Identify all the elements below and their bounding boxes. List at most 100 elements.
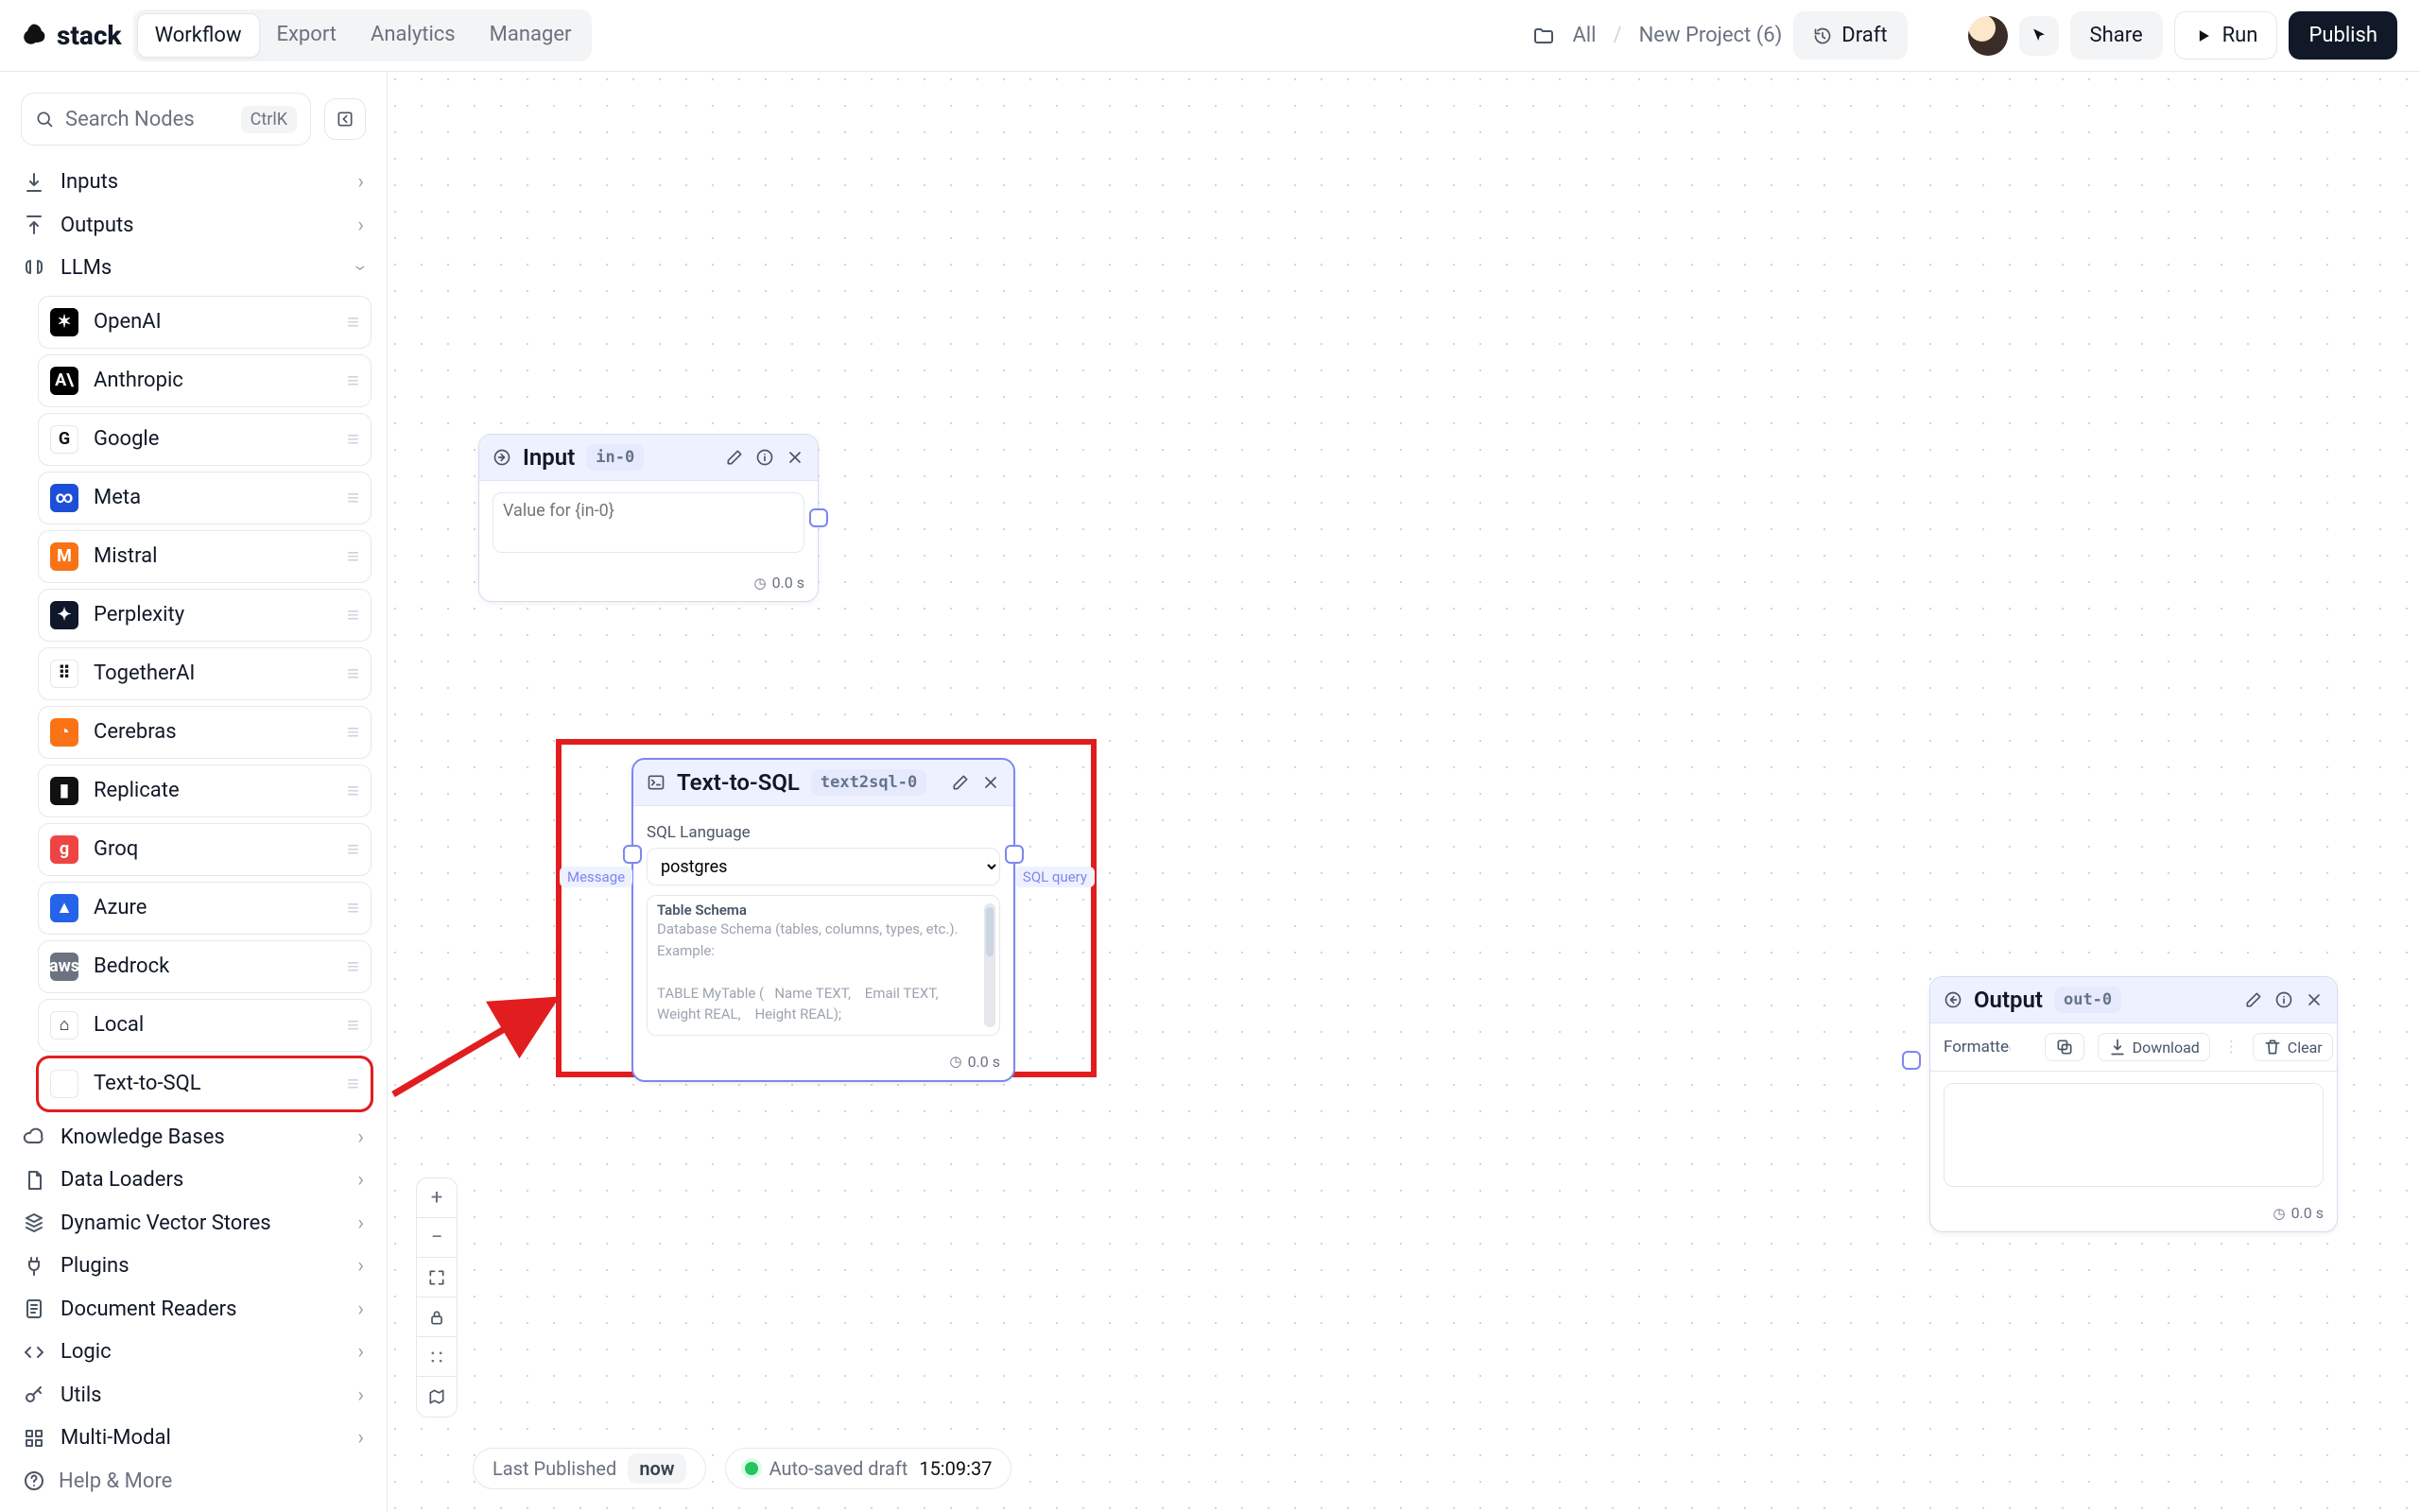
cat-loaders[interactable]: Data Loaders›: [15, 1159, 372, 1202]
tab-analytics[interactable]: Analytics: [354, 13, 473, 58]
input-value[interactable]: [493, 492, 804, 553]
llm-item-anthropic[interactable]: A\Anthropic≡: [38, 354, 372, 407]
node-input[interactable]: Input in-0 ◷0.0 s: [478, 434, 819, 602]
crumb-root[interactable]: All: [1572, 24, 1596, 47]
tab-manager[interactable]: Manager: [473, 13, 589, 58]
cat-utils[interactable]: Utils›: [15, 1374, 372, 1418]
cat-multimodal[interactable]: Multi-Modal›: [15, 1417, 372, 1460]
llm-item-cerebras[interactable]: ◔Cerebras≡: [38, 706, 372, 759]
llm-item-meta[interactable]: ∞Meta≡: [38, 472, 372, 524]
clear-button[interactable]: Clear: [2253, 1033, 2333, 1061]
cat-vectors[interactable]: Dynamic Vector Stores›: [15, 1202, 372, 1246]
llm-item-label: Bedrock: [94, 954, 169, 978]
fit-view[interactable]: [417, 1258, 457, 1297]
close-icon[interactable]: [2305, 990, 2324, 1009]
edit-icon[interactable]: [951, 773, 970, 792]
drag-handle-icon[interactable]: ≡: [347, 837, 359, 862]
edit-icon[interactable]: [725, 448, 744, 467]
cat-logic[interactable]: Logic›: [15, 1331, 372, 1374]
drag-handle-icon[interactable]: ≡: [347, 1072, 359, 1096]
close-icon[interactable]: [981, 773, 1000, 792]
drag-handle-icon[interactable]: ≡: [347, 603, 359, 627]
llm-item-togetherai[interactable]: ⠿TogetherAI≡: [38, 647, 372, 700]
schema-placeholder: Database Schema (tables, columns, types,…: [657, 919, 990, 1025]
collapse-sidebar[interactable]: [324, 98, 366, 140]
lock-view[interactable]: [417, 1297, 457, 1337]
llm-item-azure[interactable]: ▲Azure≡: [38, 882, 372, 935]
grid-dots-icon: [427, 1348, 446, 1366]
help-icon: [23, 1469, 45, 1492]
llm-item-bedrock[interactable]: aws Bedrock ≡: [38, 940, 372, 993]
breadcrumb: All / New Project (6): [1532, 24, 1782, 47]
close-icon[interactable]: [786, 448, 804, 467]
port-in[interactable]: [623, 845, 642, 864]
cat-plugins[interactable]: Plugins›: [15, 1245, 372, 1288]
drag-handle-icon[interactable]: ≡: [347, 954, 359, 979]
search-input[interactable]: Search Nodes CtrlK: [21, 93, 311, 146]
port-out[interactable]: [809, 508, 828, 527]
avatar[interactable]: [1968, 16, 2008, 56]
llm-item-mistral[interactable]: MMistral≡: [38, 530, 372, 583]
terminal-icon: [647, 773, 666, 792]
snap-grid[interactable]: [417, 1337, 457, 1377]
llm-item-perplexity[interactable]: ✦Perplexity≡: [38, 589, 372, 642]
crumb-project[interactable]: New Project (6): [1639, 24, 1783, 47]
cat-inputs[interactable]: Inputs›: [15, 161, 372, 204]
drag-handle-icon[interactable]: ≡: [347, 1013, 359, 1038]
draft-button[interactable]: Draft: [1793, 11, 1907, 60]
last-published: Last Publishednow: [473, 1448, 706, 1489]
llm-item-label: Replicate: [94, 779, 180, 802]
arrow-right-circle-icon: [493, 448, 511, 467]
copy-button[interactable]: [2045, 1033, 2084, 1061]
cat-llms[interactable]: LLMs ›: [15, 247, 372, 290]
llm-item-replicate[interactable]: ▮Replicate≡: [38, 765, 372, 817]
cloud-icon: [23, 1125, 45, 1148]
output-area: [1944, 1083, 2324, 1187]
lock-icon: [427, 1308, 446, 1327]
zoom-out[interactable]: −: [417, 1218, 457, 1258]
drag-handle-icon[interactable]: ≡: [347, 896, 359, 920]
port-in[interactable]: [1902, 1051, 1921, 1070]
cursor-mode[interactable]: [2019, 16, 2059, 56]
cat-outputs[interactable]: Outputs›: [15, 204, 372, 248]
edit-icon[interactable]: [2244, 990, 2263, 1009]
info-icon[interactable]: [2274, 990, 2293, 1009]
llm-item-groq[interactable]: gGroq≡: [38, 823, 372, 876]
canvas[interactable]: Input in-0 ◷0.0 s Text-to-SQL t: [388, 72, 2420, 1512]
plug-icon: [23, 1255, 45, 1278]
drag-handle-icon[interactable]: ≡: [347, 427, 359, 452]
cat-docreaders[interactable]: Document Readers›: [15, 1288, 372, 1332]
llm-item-text-to-sql[interactable]: Text-to-SQL≡: [38, 1057, 372, 1110]
llm-item-google[interactable]: GGoogle≡: [38, 413, 372, 466]
scrollbar[interactable]: [984, 903, 995, 1027]
port-out[interactable]: [1005, 845, 1024, 864]
drag-handle-icon[interactable]: ≡: [347, 779, 359, 803]
tab-export[interactable]: Export: [260, 13, 354, 58]
node-text-to-sql[interactable]: Text-to-SQL text2sql-0 SQL Language post…: [631, 758, 1015, 1082]
drag-handle-icon[interactable]: ≡: [347, 662, 359, 686]
drag-handle-icon[interactable]: ≡: [347, 369, 359, 393]
llm-item-openai[interactable]: ✶OpenAI≡: [38, 296, 372, 349]
drag-handle-icon[interactable]: ≡: [347, 310, 359, 335]
drag-handle-icon[interactable]: ≡: [347, 720, 359, 745]
minimap[interactable]: [417, 1377, 457, 1417]
cat-kb[interactable]: Knowledge Bases›: [15, 1116, 372, 1160]
download-button[interactable]: Download: [2098, 1033, 2210, 1061]
schema-field[interactable]: Table Schema Database Schema (tables, co…: [647, 895, 1000, 1036]
tab-workflow[interactable]: Workflow: [137, 13, 260, 58]
help-link[interactable]: Help & More: [15, 1460, 372, 1512]
bedrock-icon: aws: [50, 953, 78, 981]
drag-handle-icon[interactable]: ≡: [347, 486, 359, 510]
info-icon[interactable]: [755, 448, 774, 467]
sql-language-select[interactable]: postgres: [647, 848, 1000, 885]
llm-item-local[interactable]: ⌂Local≡: [38, 999, 372, 1052]
run-button[interactable]: Run: [2174, 11, 2278, 60]
share-button[interactable]: Share: [2070, 11, 2163, 60]
drag-handle-icon[interactable]: ≡: [347, 544, 359, 569]
node-output[interactable]: Output out-0 Formatted Download ⋮ Clear …: [1929, 976, 2338, 1232]
llm-item-label: Google: [94, 427, 159, 451]
stack-icon: [23, 1211, 45, 1234]
zoom-in[interactable]: +: [417, 1178, 457, 1218]
topbar: stack Workflow Export Analytics Manager …: [0, 0, 2420, 72]
publish-button[interactable]: Publish: [2289, 11, 2397, 60]
